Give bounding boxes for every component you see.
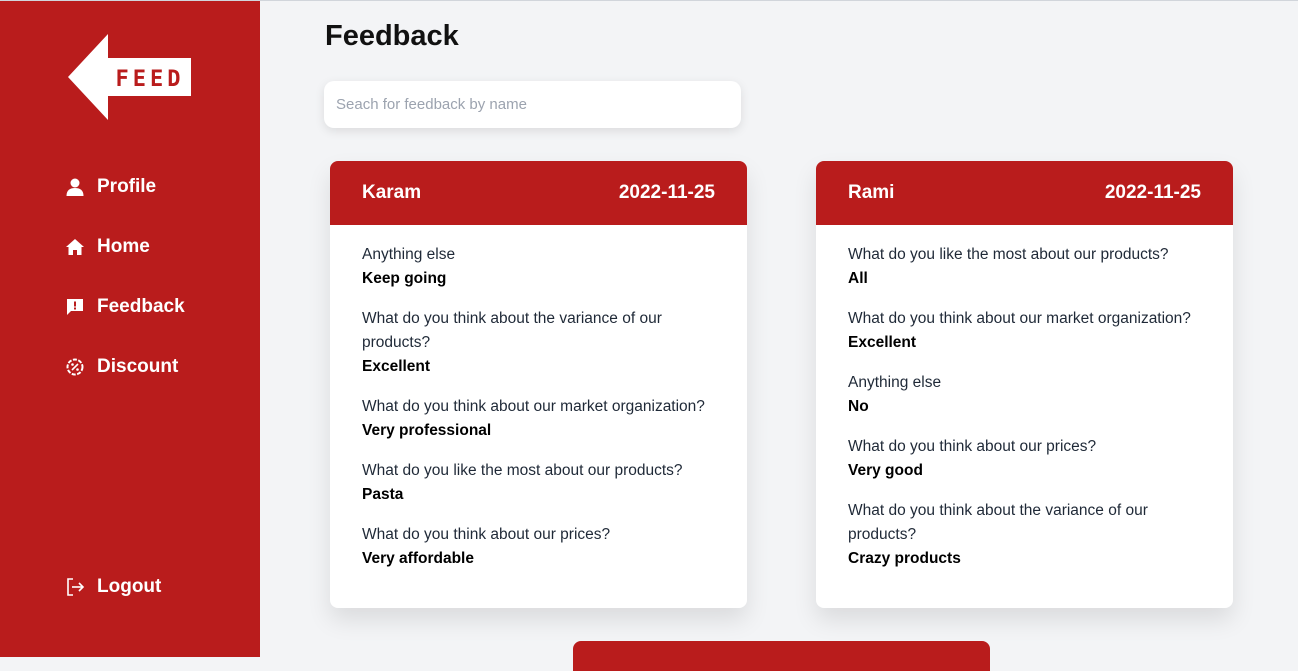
- sidebar-item-home[interactable]: Home: [64, 236, 150, 258]
- question: What do you think about our prices?: [362, 526, 611, 543]
- answer: Very good: [848, 462, 923, 479]
- answer: Excellent: [848, 334, 917, 351]
- sidebar: FEED Profile Home Feedback Discount Logo…: [0, 0, 260, 657]
- sidebar-item-label: Discount: [97, 356, 179, 377]
- customer-name: Karam: [362, 182, 422, 203]
- question: What do you think about our market organ…: [848, 310, 1191, 327]
- question: What do you like the most about our prod…: [362, 462, 683, 479]
- answer: Excellent: [362, 358, 431, 375]
- question: What do you think about the variance of …: [362, 310, 662, 351]
- question: What do you think about the variance of …: [848, 502, 1148, 543]
- card-header: Karam 2022-11-25: [330, 161, 747, 225]
- feed-logo[interactable]: FEED: [68, 34, 192, 120]
- logout-label: Logout: [97, 576, 162, 597]
- question: What do you like the most about our prod…: [848, 246, 1169, 263]
- sidebar-item-profile[interactable]: Profile: [64, 176, 156, 198]
- feedback-date: 2022-11-25: [1104, 182, 1201, 203]
- question: Anything else: [848, 374, 942, 391]
- card-body: What do you like the most about our prod…: [816, 225, 1233, 571]
- sidebar-item-discount[interactable]: Discount: [64, 356, 178, 378]
- page-title: Feedback: [325, 20, 459, 52]
- question: What do you think about our prices?: [848, 438, 1097, 455]
- main-content: Feedback Karam 2022-11-25 Anything else …: [260, 0, 1298, 671]
- top-border: [0, 0, 1298, 1]
- qa-item: Anything else No: [848, 371, 1201, 419]
- sidebar-item-label: Feedback: [97, 296, 185, 317]
- logout-icon: [64, 576, 86, 598]
- feedback-icon: [64, 296, 86, 318]
- question: What do you think about our market organ…: [362, 398, 705, 415]
- card-body: Anything else Keep going What do you thi…: [330, 225, 747, 571]
- qa-item: What do you like the most about our prod…: [848, 243, 1201, 291]
- answer: Keep going: [362, 270, 447, 287]
- question: Anything else: [362, 246, 456, 263]
- answer: All: [848, 270, 868, 287]
- answer: Crazy products: [848, 550, 961, 567]
- answer: Pasta: [362, 486, 404, 503]
- feedback-card: Karam 2022-11-25 Anything else Keep goin…: [330, 161, 747, 608]
- search-input[interactable]: [324, 81, 741, 128]
- logout-button[interactable]: Logout: [64, 576, 161, 598]
- answer: Very affordable: [362, 550, 474, 567]
- discount-icon: [64, 356, 86, 378]
- answer: No: [848, 398, 869, 415]
- qa-item: What do you think about our market organ…: [362, 395, 715, 443]
- home-icon: [64, 236, 86, 258]
- qa-item: What do you think about our prices? Very…: [848, 435, 1201, 483]
- logo-text: FEED: [116, 67, 185, 92]
- customer-name: Rami: [848, 182, 895, 203]
- feedback-card: Rami 2022-11-25 What do you like the mos…: [816, 161, 1233, 608]
- sidebar-item-feedback[interactable]: Feedback: [64, 296, 185, 318]
- qa-item: What do you think about our prices? Very…: [362, 523, 715, 571]
- feedback-date: 2022-11-25: [618, 182, 715, 203]
- feedback-card-partial: [573, 641, 990, 671]
- qa-item: What do you think about the variance of …: [362, 307, 715, 379]
- user-icon: [64, 176, 86, 198]
- qa-item: Anything else Keep going: [362, 243, 715, 291]
- sidebar-item-label: Home: [97, 236, 150, 257]
- sidebar-item-label: Profile: [97, 176, 157, 197]
- qa-item: What do you like the most about our prod…: [362, 459, 715, 507]
- qa-item: What do you think about the variance of …: [848, 499, 1201, 571]
- card-header: Rami 2022-11-25: [816, 161, 1233, 225]
- qa-item: What do you think about our market organ…: [848, 307, 1201, 355]
- answer: Very professional: [362, 422, 492, 439]
